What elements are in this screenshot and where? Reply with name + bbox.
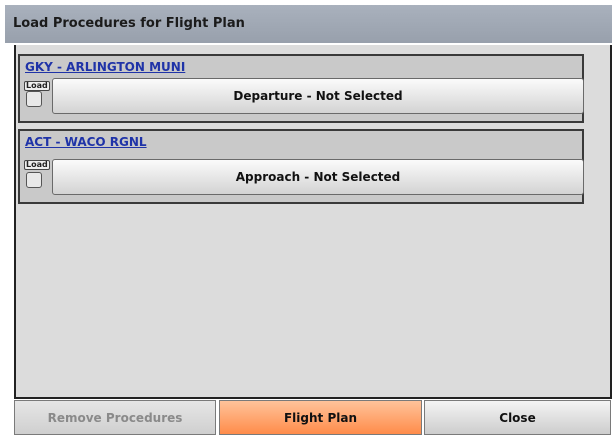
close-button[interactable]: Close <box>424 400 611 435</box>
airport-link-departure[interactable]: GKY - ARLINGTON MUNI <box>25 60 185 74</box>
procedures-list: GKY - ARLINGTON MUNI Load Departure - No… <box>14 45 612 399</box>
load-procedures-dialog: Load Procedures for Flight Plan GKY - AR… <box>0 0 613 435</box>
departure-select-button[interactable]: Departure - Not Selected <box>52 78 584 114</box>
airport-panel-departure: GKY - ARLINGTON MUNI Load Departure - No… <box>18 54 584 123</box>
flight-plan-button[interactable]: Flight Plan <box>219 400 422 435</box>
load-label: Load <box>24 81 50 91</box>
approach-select-button[interactable]: Approach - Not Selected <box>52 159 584 195</box>
load-checkbox-approach[interactable] <box>26 172 42 188</box>
airport-link-approach[interactable]: ACT - WACO RGNL <box>25 135 147 149</box>
load-checkbox-departure[interactable] <box>26 91 42 107</box>
load-label: Load <box>24 160 50 170</box>
dialog-title: Load Procedures for Flight Plan <box>5 5 612 43</box>
airport-panel-approach: ACT - WACO RGNL Load Approach - Not Sele… <box>18 129 584 204</box>
remove-procedures-button[interactable]: Remove Procedures <box>14 400 216 435</box>
